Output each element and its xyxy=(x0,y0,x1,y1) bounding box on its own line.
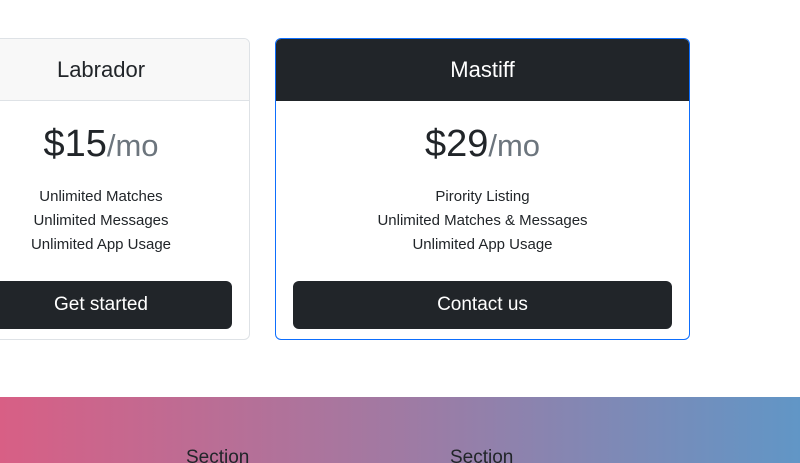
plan-name: Mastiff xyxy=(450,57,515,82)
pricing-card-labrador: Labrador $15/mo Unlimited Matches Unlimi… xyxy=(0,38,250,340)
price-period: /mo xyxy=(106,128,159,163)
plan-name: Labrador xyxy=(56,56,146,82)
feature-item: Unlimited Matches & Messages xyxy=(377,212,588,229)
footer-band: Section Section xyxy=(0,397,800,463)
footer-section-heading: Section xyxy=(186,447,250,463)
price-amount: $29 xyxy=(424,123,489,165)
price-period: /mo xyxy=(488,128,541,163)
page-viewport: Labrador $15/mo Unlimited Matches Unlimi… xyxy=(0,0,800,463)
price-amount: $15 xyxy=(43,123,107,165)
feature-item: Unlimited App Usage xyxy=(412,236,553,253)
get-started-button[interactable]: Get started xyxy=(0,281,232,329)
card-header: Labrador xyxy=(0,39,249,101)
feature-list: Unlimited Matches Unlimited Messages Unl… xyxy=(0,185,232,257)
pricing-card-mastiff: Mastiff $29/mo Pirority Listing Unlimite… xyxy=(275,38,690,340)
feature-list: Pirority Listing Unlimited Matches & Mes… xyxy=(293,185,672,257)
feature-item: Pirority Listing xyxy=(435,188,530,205)
card-body: $29/mo Pirority Listing Unlimited Matche… xyxy=(276,121,689,329)
feature-item: Unlimited App Usage xyxy=(30,236,172,253)
price: $29/mo xyxy=(293,121,672,167)
footer-section-heading: Section xyxy=(450,447,514,463)
feature-item: Unlimited Matches xyxy=(39,188,163,205)
feature-item: Unlimited Messages xyxy=(33,212,169,229)
card-body: $15/mo Unlimited Matches Unlimited Messa… xyxy=(0,121,249,329)
card-header: Mastiff xyxy=(276,39,689,101)
contact-us-button[interactable]: Contact us xyxy=(293,281,672,329)
price: $15/mo xyxy=(0,121,232,167)
